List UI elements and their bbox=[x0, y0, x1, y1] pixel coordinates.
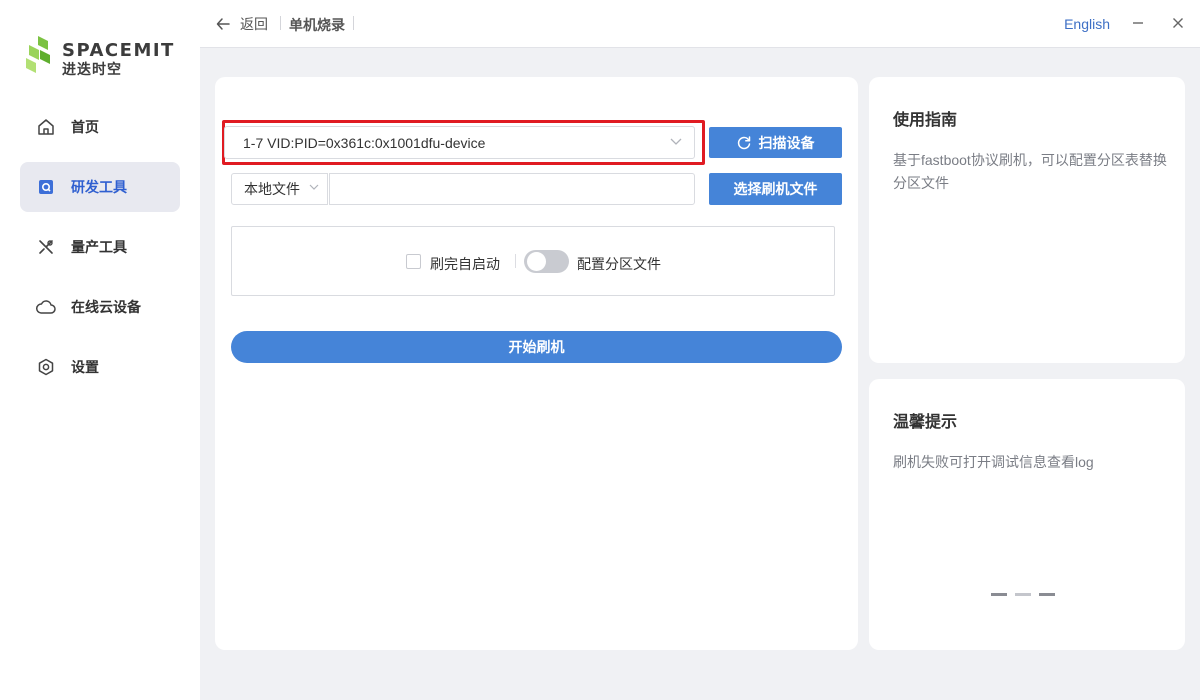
options-box: 刷完自启动 配置分区文件 bbox=[231, 226, 835, 296]
sidebar-item-settings[interactable]: 设置 bbox=[20, 342, 180, 392]
sidebar-item-cloud-devices[interactable]: 在线云设备 bbox=[20, 282, 180, 332]
tools-icon bbox=[36, 237, 56, 257]
partition-config-label: 配置分区文件 bbox=[577, 256, 661, 272]
device-select[interactable]: 1-7 VID:PID=0x361c:0x1001dfu-device bbox=[224, 126, 695, 159]
logo-mark-icon bbox=[26, 36, 50, 73]
scan-devices-button[interactable]: 扫描设备 bbox=[709, 127, 842, 158]
cloud-icon bbox=[36, 297, 56, 317]
file-source-value: 本地文件 bbox=[244, 181, 300, 197]
auto-start-checkbox[interactable] bbox=[406, 254, 421, 269]
options-divider bbox=[515, 254, 516, 268]
sidebar-nav: 首页 研发工具 量产工具 在线云设备 设置 bbox=[20, 102, 180, 402]
settings-icon bbox=[36, 357, 56, 377]
minimize-button[interactable] bbox=[1127, 12, 1149, 34]
sidebar-item-dev-tools[interactable]: 研发工具 bbox=[20, 162, 180, 212]
start-flash-button[interactable]: 开始刷机 bbox=[231, 331, 842, 363]
sidebar-item-label: 设置 bbox=[71, 359, 99, 375]
sidebar-item-label: 量产工具 bbox=[71, 239, 127, 255]
chevron-down-icon bbox=[309, 184, 319, 190]
carousel-dot[interactable] bbox=[1015, 593, 1031, 596]
language-switch[interactable]: English bbox=[1064, 16, 1110, 32]
device-select-value: 1-7 VID:PID=0x361c:0x1001dfu-device bbox=[243, 134, 486, 151]
close-icon bbox=[1173, 18, 1183, 28]
sidebar-item-production-tools[interactable]: 量产工具 bbox=[20, 222, 180, 272]
select-flash-file-button[interactable]: 选择刷机文件 bbox=[709, 173, 842, 205]
spacemit-logo: SPACEMIT 进迭时空 bbox=[26, 36, 176, 77]
home-icon bbox=[36, 117, 56, 137]
breadcrumb-divider bbox=[280, 16, 281, 30]
minimize-icon bbox=[1133, 22, 1143, 24]
tips-text: 刷机失败可打开调试信息查看log bbox=[893, 454, 1094, 470]
partition-config-toggle[interactable] bbox=[524, 250, 569, 273]
sidebar-item-label: 首页 bbox=[71, 119, 99, 135]
tips-title: 温馨提示 bbox=[893, 414, 958, 431]
sidebar-item-label: 在线云设备 bbox=[71, 299, 141, 315]
carousel-dot[interactable] bbox=[991, 593, 1007, 596]
back-button[interactable]: 返回 bbox=[216, 14, 268, 34]
brand-subtitle: 进迭时空 bbox=[62, 61, 122, 77]
auto-start-label: 刷完自启动 bbox=[430, 256, 500, 272]
tips-card: 温馨提示 刷机失败可打开调试信息查看log bbox=[869, 379, 1185, 650]
breadcrumb-divider bbox=[353, 16, 354, 30]
arrow-left-icon bbox=[216, 18, 230, 30]
back-label: 返回 bbox=[240, 16, 268, 32]
sidebar-item-label: 研发工具 bbox=[71, 179, 127, 195]
sidebar: SPACEMIT 进迭时空 首页 研发工具 量产工具 在线云设备 设置 bbox=[0, 0, 200, 700]
scan-devices-label: 扫描设备 bbox=[758, 134, 815, 151]
close-button[interactable] bbox=[1167, 12, 1189, 34]
flash-panel: 1-7 VID:PID=0x361c:0x1001dfu-device 扫描设备… bbox=[215, 77, 858, 650]
file-path-input[interactable] bbox=[329, 173, 695, 205]
guide-title: 使用指南 bbox=[893, 112, 958, 129]
file-source-select[interactable]: 本地文件 bbox=[231, 173, 328, 205]
page-title: 单机烧录 bbox=[289, 17, 345, 33]
carousel-indicator bbox=[991, 593, 1063, 596]
carousel-dot[interactable] bbox=[1039, 593, 1055, 596]
brand-name: SPACEMIT bbox=[62, 40, 175, 61]
dev-tools-icon bbox=[36, 177, 56, 197]
refresh-icon bbox=[737, 135, 750, 149]
usage-guide-card: 使用指南 基于fastboot协议刷机，可以配置分区表替换分区文件 bbox=[869, 77, 1185, 363]
toggle-knob bbox=[527, 252, 546, 271]
sidebar-item-home[interactable]: 首页 bbox=[20, 102, 180, 152]
chevron-down-icon bbox=[670, 138, 682, 145]
guide-text: 基于fastboot协议刷机，可以配置分区表替换分区文件 bbox=[893, 152, 1167, 191]
top-bar: 返回 单机烧录 English bbox=[200, 0, 1200, 48]
